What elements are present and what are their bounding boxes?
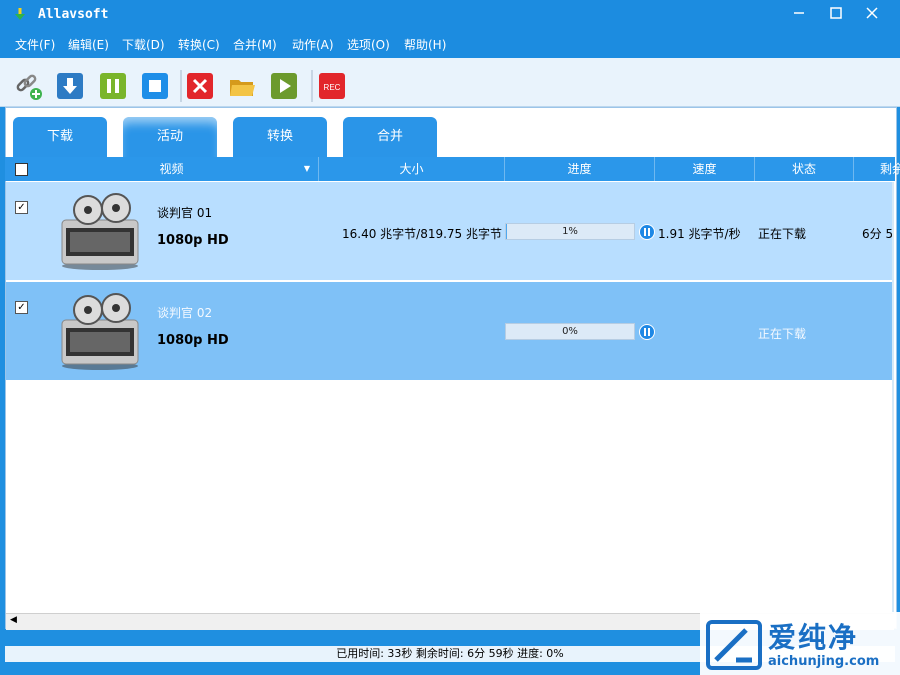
delete-icon bbox=[187, 73, 213, 99]
column-speed[interactable]: 速度 bbox=[655, 157, 755, 181]
watermark-logo-icon bbox=[706, 620, 762, 670]
title-bar: Allavsoft bbox=[0, 0, 900, 30]
table-row[interactable]: ✓ 谈判官 01 1080p HD 16.40 兆字节/819.75 兆字节 1… bbox=[6, 182, 894, 280]
stop-button[interactable] bbox=[141, 72, 169, 100]
video-size: 16.40 兆字节/819.75 兆字节 bbox=[341, 227, 502, 241]
maximize-button[interactable] bbox=[817, 0, 855, 30]
progress-bar: 1% bbox=[505, 223, 635, 240]
play-button[interactable] bbox=[270, 72, 298, 100]
open-folder-icon bbox=[230, 80, 255, 96]
scroll-left-icon[interactable]: ◀ bbox=[10, 615, 17, 625]
download-status: 正在下载 bbox=[758, 227, 807, 241]
toolbar-separator bbox=[180, 70, 182, 102]
download-status: 正在下载 bbox=[758, 327, 807, 341]
video-quality: 1080p HD bbox=[157, 333, 229, 348]
tab-convert[interactable]: 转换 bbox=[233, 117, 327, 157]
menu-merge[interactable]: 合并(M) bbox=[233, 36, 277, 53]
download-button[interactable] bbox=[56, 72, 84, 100]
progress-label: 1% bbox=[562, 226, 578, 237]
record-label: REC bbox=[324, 83, 341, 92]
time-remaining: 6分 59 bbox=[862, 227, 894, 241]
sort-arrow-icon: ▼ bbox=[303, 164, 310, 173]
tab-download[interactable]: 下载 bbox=[13, 117, 107, 157]
add-link-icon bbox=[16, 74, 42, 100]
add-link-button[interactable] bbox=[14, 72, 42, 100]
progress-fill bbox=[506, 224, 508, 239]
video-title: 谈判官 01 bbox=[157, 206, 213, 220]
menu-action[interactable]: 动作(A) bbox=[292, 36, 334, 53]
app-logo-icon bbox=[15, 8, 25, 20]
maximize-icon bbox=[830, 7, 842, 19]
minimize-button[interactable] bbox=[780, 0, 818, 30]
table-row[interactable]: ✓ 谈判官 02 1080p HD 0% 正在下载 bbox=[6, 282, 894, 380]
menu-convert[interactable]: 转换(C) bbox=[178, 36, 220, 53]
vertical-scrollbar[interactable] bbox=[892, 182, 894, 612]
toolbar-separator bbox=[311, 70, 313, 102]
close-button[interactable] bbox=[853, 0, 891, 30]
record-icon: REC bbox=[319, 73, 345, 99]
open-folder-button[interactable] bbox=[228, 72, 256, 100]
column-status[interactable]: 状态 bbox=[755, 157, 854, 181]
row-checkbox[interactable]: ✓ bbox=[15, 201, 28, 214]
menu-bar: 文件(F) 编辑(E) 下载(D) 转换(C) 合并(M) 动作(A) 选项(O… bbox=[0, 30, 900, 58]
minimize-icon bbox=[794, 12, 804, 14]
table-header: 视频 ▼ 大小 进度 速度 状态 剩余 bbox=[5, 157, 900, 181]
menu-edit[interactable]: 编辑(E) bbox=[68, 36, 109, 53]
pause-icon[interactable] bbox=[639, 324, 655, 340]
close-icon bbox=[866, 7, 878, 19]
play-icon bbox=[271, 73, 297, 99]
record-button[interactable]: REC bbox=[318, 72, 346, 100]
progress-label: 0% bbox=[562, 326, 578, 337]
window-title: Allavsoft bbox=[38, 7, 109, 22]
menu-file[interactable]: 文件(F) bbox=[15, 36, 55, 53]
progress-bar: 0% bbox=[505, 323, 635, 340]
video-thumbnail-icon bbox=[61, 193, 139, 270]
column-progress[interactable]: 进度 bbox=[505, 157, 655, 181]
watermark-url: aichunjing.com bbox=[768, 654, 880, 669]
delete-button[interactable] bbox=[186, 72, 214, 100]
pause-button[interactable] bbox=[99, 72, 127, 100]
pause-icon bbox=[100, 73, 126, 99]
download-speed: 1.91 兆字节/秒 bbox=[658, 227, 741, 241]
tab-merge[interactable]: 合并 bbox=[343, 117, 437, 157]
video-title: 谈判官 02 bbox=[157, 306, 213, 320]
watermark: 爱纯净 aichunjing.com bbox=[700, 612, 900, 675]
column-video[interactable]: 视频 ▼ bbox=[25, 157, 319, 181]
row-checkbox[interactable]: ✓ bbox=[15, 301, 28, 314]
menu-download[interactable]: 下载(D) bbox=[122, 36, 165, 53]
tab-active[interactable]: 活动 bbox=[123, 117, 217, 157]
menu-help[interactable]: 帮助(H) bbox=[404, 36, 446, 53]
watermark-title: 爱纯净 bbox=[768, 621, 859, 654]
download-icon bbox=[57, 73, 83, 99]
pause-icon[interactable] bbox=[639, 224, 655, 240]
app-window: Allavsoft 文件(F) 编辑(E) 下载(D) 转换(C) 合并(M) … bbox=[0, 0, 900, 675]
column-remaining[interactable]: 剩余 bbox=[854, 157, 900, 181]
video-thumbnail-icon bbox=[61, 293, 139, 370]
menu-options[interactable]: 选项(O) bbox=[347, 36, 390, 53]
toolbar bbox=[0, 58, 900, 107]
video-quality: 1080p HD bbox=[157, 233, 229, 248]
column-size[interactable]: 大小 bbox=[319, 157, 505, 181]
stop-icon bbox=[142, 73, 168, 99]
